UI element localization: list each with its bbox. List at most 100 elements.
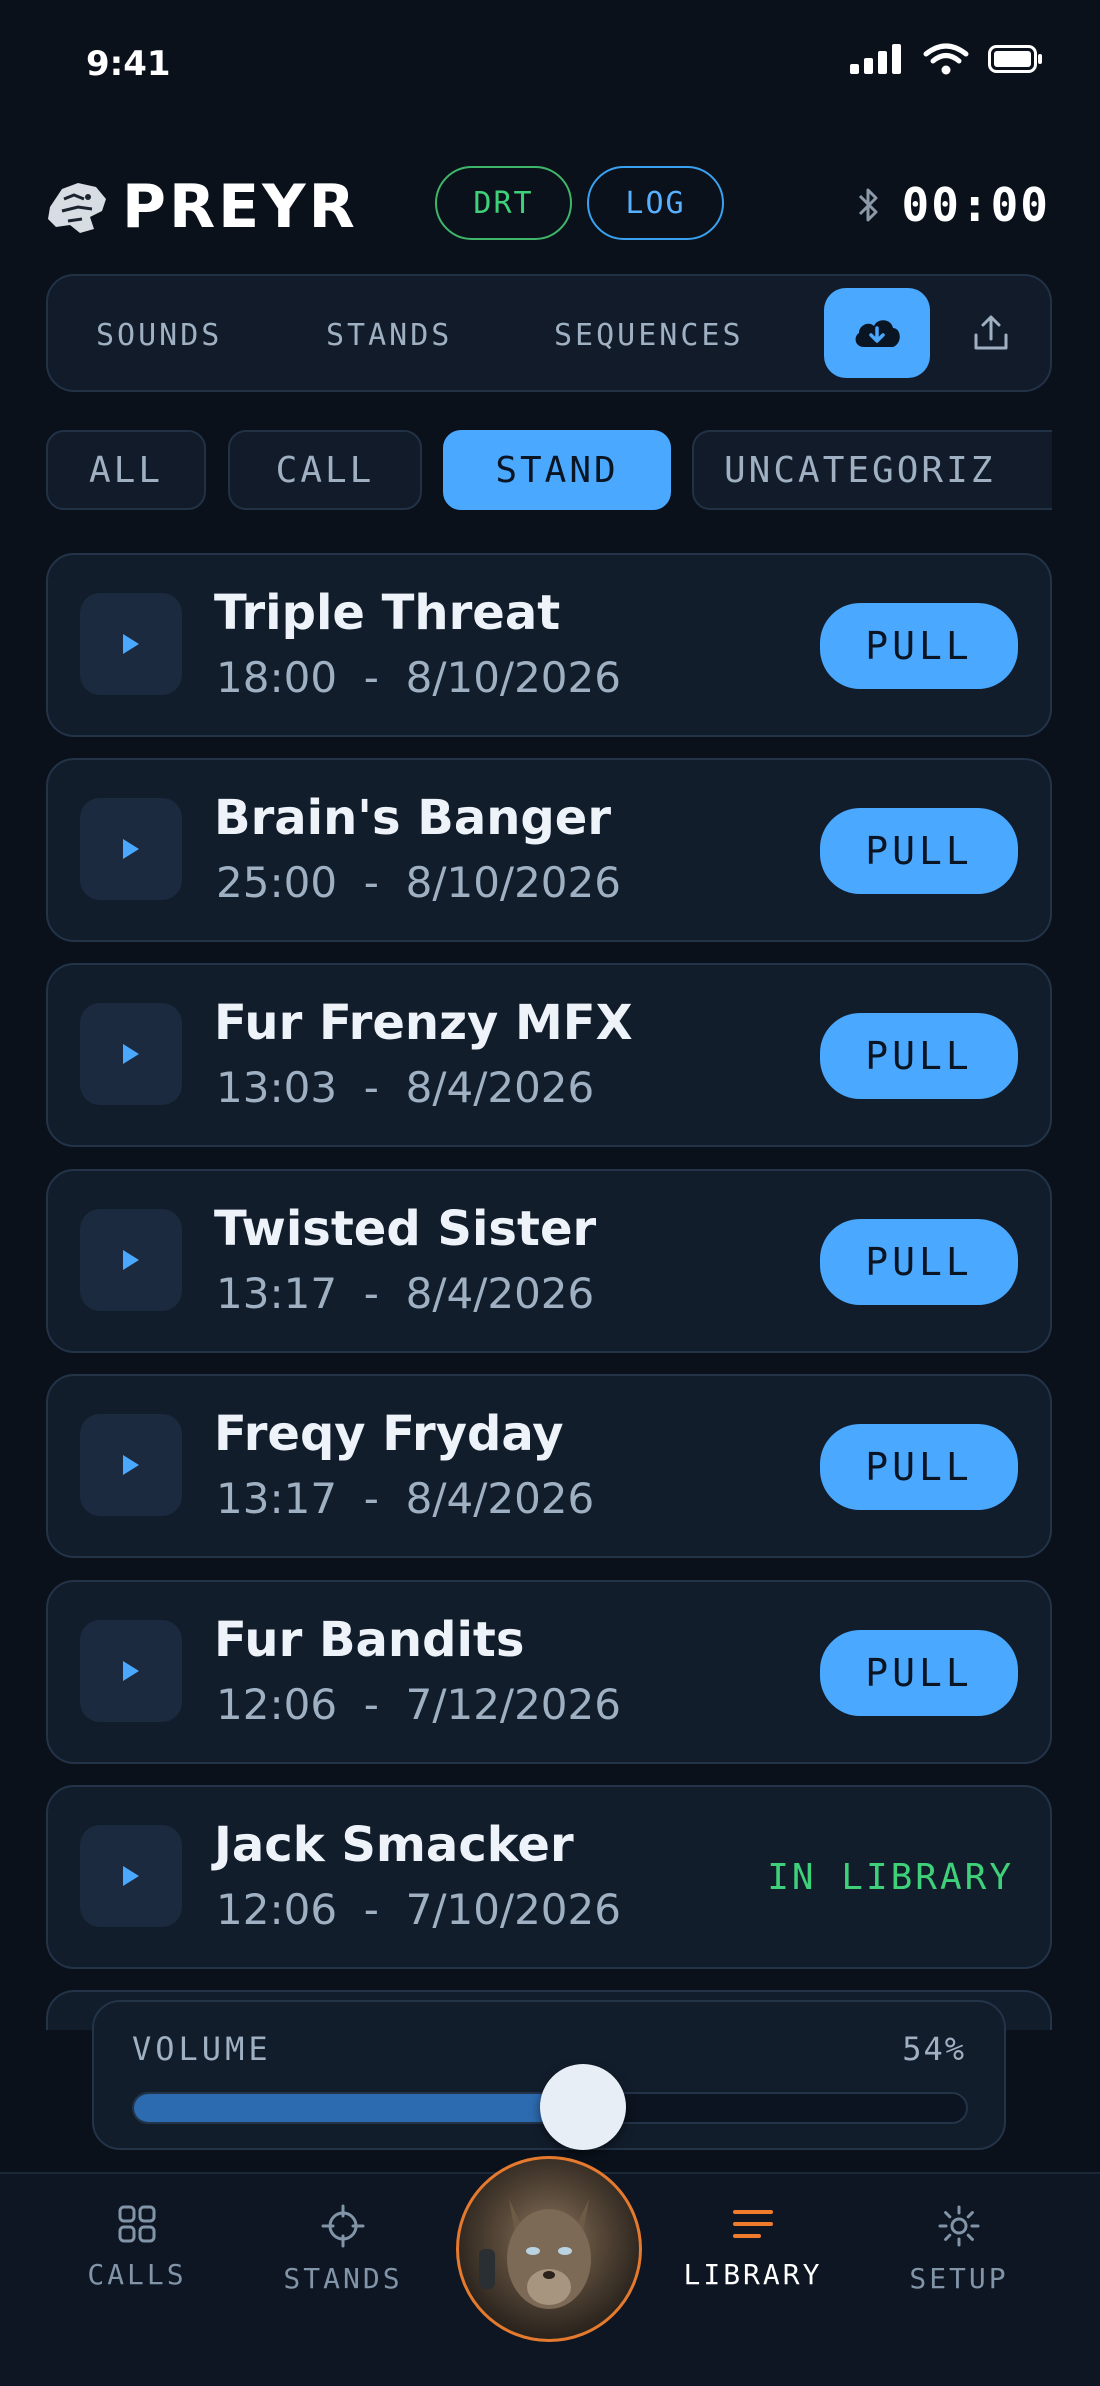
nav-label: SETUP [909,2262,1009,2295]
play-button[interactable] [80,1825,182,1927]
item-meta: 13:03 - 8/4/2026 [216,1063,595,1112]
item-meta: 25:00 - 8/10/2026 [216,858,621,907]
item-date: 7/12/2026 [405,1680,621,1729]
play-icon [123,1044,139,1064]
crosshair-icon [321,2204,365,2248]
item-meta: 13:17 - 8/4/2026 [216,1474,595,1523]
filter-chip-call[interactable]: CALL [228,430,422,510]
volume-label: VOLUME [132,2030,272,2068]
volume-panel: VOLUME 54% [92,2000,1006,2150]
item-title: Freqy Fryday [214,1406,564,1462]
play-icon [123,1661,139,1681]
drt-button[interactable]: DRT [435,166,572,240]
main-tab-bar: SOUNDS STANDS SEQUENCES [46,274,1052,392]
bottom-nav: CALLS STANDS LIBRARY SETUP [0,2156,1100,2386]
nav-stands[interactable]: STANDS [258,2204,428,2295]
predator-head-logo-icon [48,183,106,233]
item-duration: 25:00 [216,858,338,907]
item-duration: 13:17 [216,1474,338,1523]
item-date: 8/4/2026 [405,1269,595,1318]
play-button[interactable] [80,1003,182,1105]
play-icon [123,1866,139,1886]
nav-calls[interactable]: CALLS [52,2204,222,2291]
list-icon [733,2210,773,2238]
cloud-download-button[interactable] [824,288,930,378]
item-meta: 12:06 - 7/10/2026 [216,1885,621,1934]
item-date: 8/4/2026 [405,1063,595,1112]
item-duration: 13:03 [216,1063,338,1112]
item-title: Triple Threat [214,585,561,641]
list-item[interactable]: Freqy Fryday 13:17 - 8/4/2026 PULL [46,1374,1052,1558]
pull-button[interactable]: PULL [820,1013,1018,1099]
item-title: Twisted Sister [214,1201,597,1257]
status-time: 9:41 [86,44,171,84]
upload-button[interactable] [938,288,1044,378]
pull-button[interactable]: PULL [820,1219,1018,1305]
play-button[interactable] [80,1620,182,1722]
item-date: 8/10/2026 [405,653,621,702]
cloud-download-icon [855,320,900,347]
tab-stands[interactable]: STANDS [326,276,452,394]
app-logo: PREYR [44,172,358,242]
item-meta: 12:06 - 7/12/2026 [216,1680,621,1729]
filter-chip-all[interactable]: ALL [46,430,206,510]
tab-sounds[interactable]: SOUNDS [96,276,222,394]
item-duration: 12:06 [216,1680,338,1729]
pull-button[interactable]: PULL [820,603,1018,689]
pull-button[interactable]: PULL [820,1630,1018,1716]
item-meta: 18:00 - 8/10/2026 [216,653,621,702]
item-title: Jack Smacker [214,1817,574,1873]
share-upload-icon [974,315,1008,350]
nav-label: CALLS [87,2258,187,2291]
list-item[interactable]: Brain's Banger 25:00 - 8/10/2026 PULL [46,758,1052,942]
play-icon [123,1455,139,1475]
gear-icon [938,2205,980,2247]
pull-button[interactable]: PULL [820,1424,1018,1510]
grid-icon [118,2205,156,2243]
bluetooth-icon[interactable] [856,185,882,225]
nav-label: STANDS [283,2262,403,2295]
play-icon [123,1250,139,1270]
item-duration: 12:06 [216,1885,338,1934]
filter-chip-stand[interactable]: STAND [443,430,671,510]
tab-sequences[interactable]: SEQUENCES [554,276,744,394]
list-item[interactable]: Jack Smacker 12:06 - 7/10/2026 IN LIBRAR… [46,1785,1052,1969]
filter-chip-uncategorized[interactable]: UNCATEGORIZ [692,430,1052,510]
list-item[interactable]: Twisted Sister 13:17 - 8/4/2026 PULL [46,1169,1052,1353]
play-button[interactable] [80,798,182,900]
volume-value: 54% [902,2030,966,2068]
item-title: Brain's Banger [214,790,611,846]
list-item[interactable]: Triple Threat 18:00 - 8/10/2026 PULL [46,553,1052,737]
play-button[interactable] [80,593,182,695]
item-duration: 18:00 [216,653,338,702]
play-icon [123,839,139,859]
play-icon [123,634,139,654]
volume-fill [134,2094,584,2122]
item-title: Fur Bandits [214,1612,525,1668]
nav-library[interactable]: LIBRARY [668,2204,838,2291]
app-name: PREYR [122,172,358,242]
status-icons [850,42,1044,76]
predator-avatar-icon [479,2199,591,2309]
header-right: 00:00 [856,178,1050,232]
item-date: 8/10/2026 [405,858,621,907]
nav-setup[interactable]: SETUP [874,2204,1044,2295]
center-avatar-button[interactable] [456,2156,642,2342]
log-button[interactable]: LOG [587,166,724,240]
play-button[interactable] [80,1414,182,1516]
item-title: Fur Frenzy MFX [214,995,633,1051]
volume-slider[interactable] [132,2064,968,2150]
in-library-status: IN LIBRARY [767,1857,1014,1898]
pull-button[interactable]: PULL [820,808,1018,894]
cellular-signal-icon [850,44,901,74]
list-item[interactable]: Fur Bandits 12:06 - 7/12/2026 PULL [46,1580,1052,1764]
play-button[interactable] [80,1209,182,1311]
list-item[interactable]: Fur Frenzy MFX 13:03 - 8/4/2026 PULL [46,963,1052,1147]
volume-thumb[interactable] [540,2064,627,2150]
wifi-icon [923,43,969,75]
battery-icon [988,45,1042,73]
item-duration: 13:17 [216,1269,338,1318]
item-date: 7/10/2026 [405,1885,621,1934]
session-timer: 00:00 [901,178,1050,232]
item-meta: 13:17 - 8/4/2026 [216,1269,595,1318]
